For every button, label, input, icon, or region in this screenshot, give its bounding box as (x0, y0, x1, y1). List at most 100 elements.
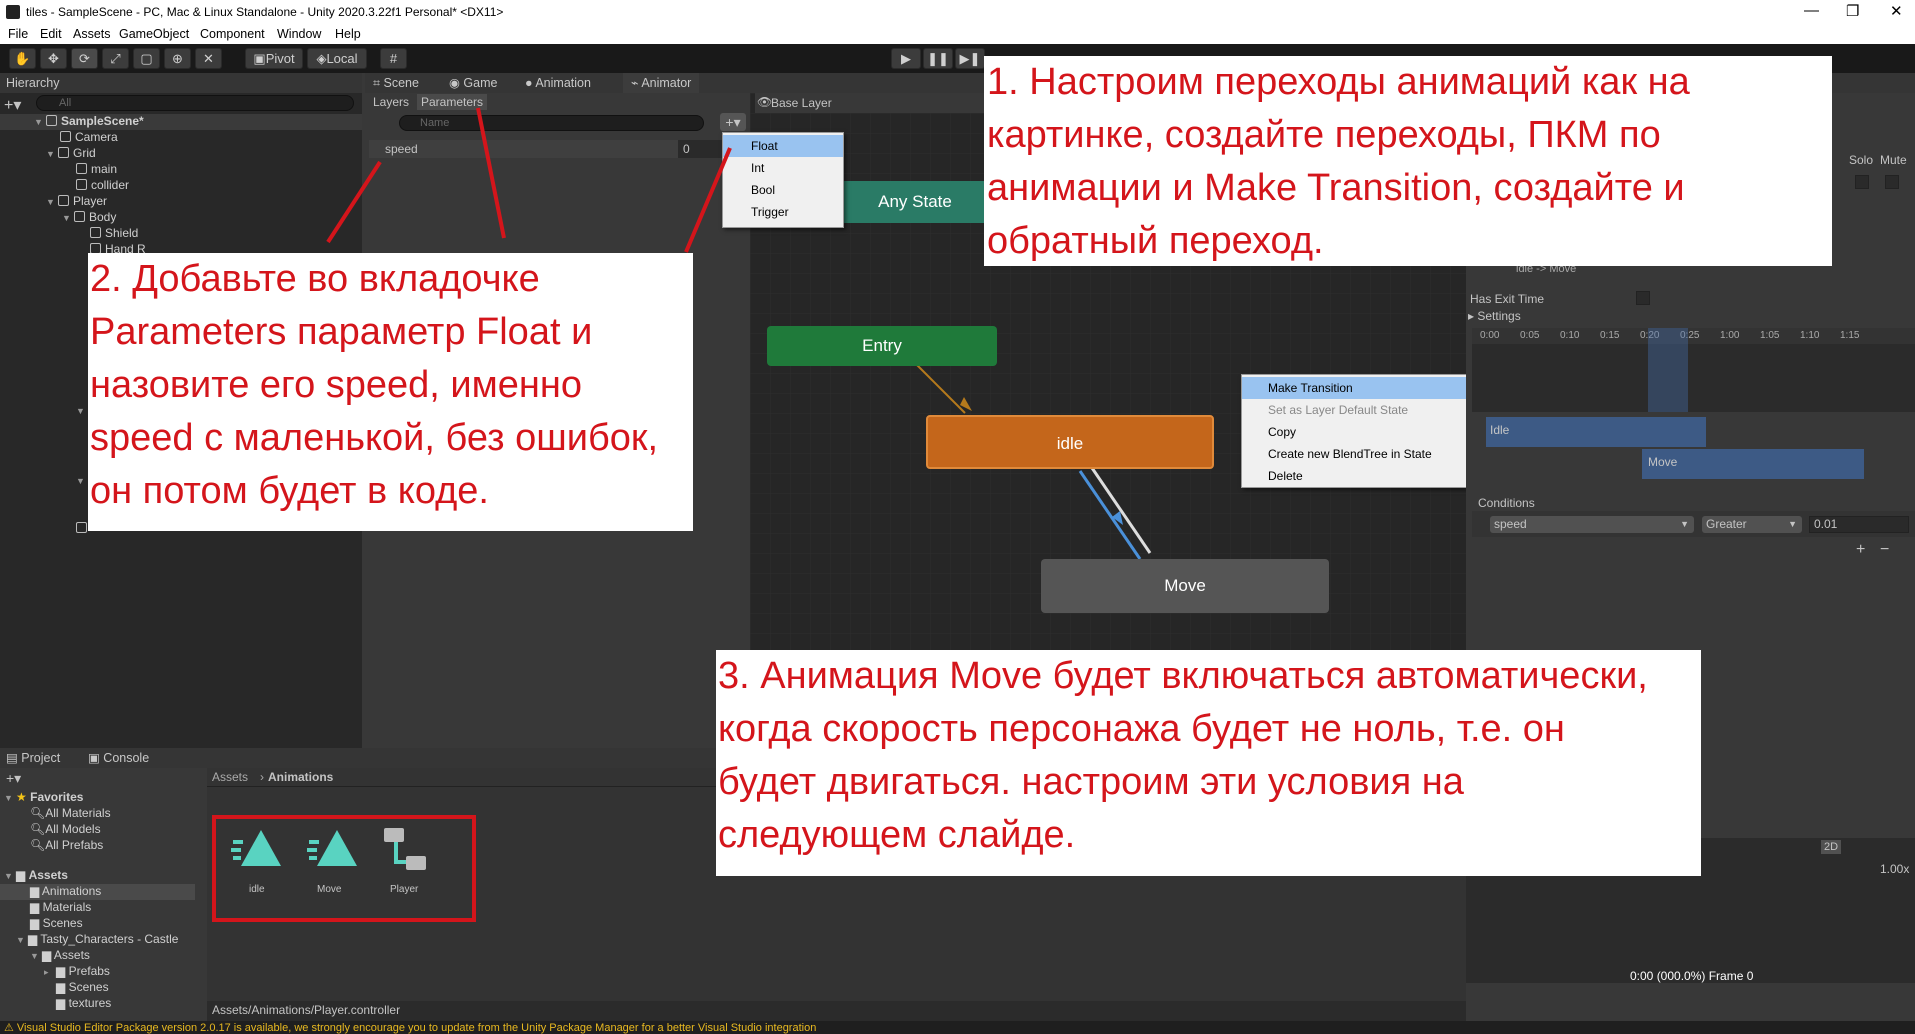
menu-file[interactable]: File (8, 27, 28, 41)
remove-condition-icon[interactable]: − (1880, 541, 1889, 559)
play-button[interactable]: ▶ (891, 48, 921, 69)
hierarchy-tab[interactable]: Hierarchy (6, 73, 60, 93)
add-icon[interactable]: +▾ (4, 95, 21, 115)
tree-scene[interactable]: ▼ SampleScene* (34, 114, 144, 128)
layers-tab[interactable]: Layers (373, 95, 409, 109)
folder-animations[interactable]: ▆ Animations (30, 884, 101, 898)
tab-game[interactable]: ◉ Game (449, 73, 497, 93)
rotate-tool-icon[interactable]: ⟳ (71, 48, 98, 69)
tab-project[interactable]: ▤ Project (6, 748, 60, 768)
folder-textures[interactable]: ▆ textures (56, 996, 111, 1010)
tree-collapsed-2[interactable]: ▼ (76, 473, 88, 487)
menu-window[interactable]: Window (277, 27, 321, 41)
menu-assets[interactable]: Assets (73, 27, 111, 41)
restore-icon[interactable]: ❐ (1846, 2, 1859, 20)
tree-assets[interactable]: ▼ ▆ Assets (4, 868, 68, 882)
animator-controller-icon[interactable] (382, 826, 434, 876)
custom-tool-icon[interactable]: ✕ (195, 48, 222, 69)
condition-operator-select[interactable]: Greater ▼ (1702, 516, 1802, 533)
local-button[interactable]: ◈Local (307, 48, 367, 69)
add-condition-icon[interactable]: + (1856, 541, 1865, 559)
menu-component[interactable]: Component (200, 27, 265, 41)
transform-tool-icon[interactable]: ⊕ (164, 48, 191, 69)
anim-move-icon[interactable] (307, 828, 359, 870)
fav-item[interactable]: 🔍︎All Models (30, 822, 101, 836)
menu-item-trigger[interactable]: Trigger (723, 201, 843, 223)
tab-animation[interactable]: ● Animation (525, 73, 591, 93)
anim-idle-icon[interactable] (231, 828, 283, 870)
settings-foldout[interactable]: ▸ Settings (1468, 309, 1521, 323)
menu-item-int[interactable]: Int (723, 157, 843, 179)
scale-tool-icon[interactable]: ⤢ (102, 48, 129, 69)
folder-scenes[interactable]: ▆ Scenes (30, 916, 83, 930)
tree-grid[interactable]: ▼ Grid (46, 146, 96, 160)
parameter-search-input[interactable]: Name (399, 115, 704, 131)
menu-gameobject[interactable]: GameObject (119, 27, 189, 41)
tree-camera[interactable]: Camera (60, 130, 118, 144)
tree-collider[interactable]: collider (76, 178, 129, 192)
state-entry[interactable]: Entry (767, 326, 997, 366)
folder-tasty[interactable]: ▼ ▆ Tasty_Characters - Castle (16, 932, 178, 946)
menu-item-bool[interactable]: Bool (723, 179, 843, 201)
folder-prefabs[interactable]: ▸ ▆ Prefabs (44, 964, 110, 978)
tree-body[interactable]: ▼ Body (62, 210, 116, 224)
state-idle[interactable]: idle (926, 415, 1214, 469)
has-exit-time-checkbox[interactable] (1636, 291, 1650, 305)
transition-timeline[interactable]: 0:00 0:05 0:10 0:15 0:20 0:25 1:00 1:05 … (1472, 328, 1915, 412)
pivot-button[interactable]: ▣Pivot (245, 48, 303, 69)
fav-item[interactable]: 🔍︎All Prefabs (30, 838, 103, 852)
menu-copy[interactable]: Copy (1242, 421, 1483, 443)
step-button[interactable]: ▶❚ (955, 48, 985, 69)
menu-create-blendtree[interactable]: Create new BlendTree in State (1242, 443, 1483, 465)
note-line: 2. Добавьте во вкладочке (90, 258, 540, 300)
tab-scene[interactable]: ⌗ Scene (373, 73, 419, 93)
fav-item[interactable]: 🔍︎All Materials (30, 806, 111, 820)
grid-snap-icon[interactable]: # (380, 48, 407, 69)
breadcrumb-assets[interactable]: Assets (212, 770, 248, 784)
minimize-icon[interactable]: — (1804, 2, 1819, 19)
menu-edit[interactable]: Edit (40, 27, 62, 41)
move-tool-icon[interactable]: ✥ (40, 48, 67, 69)
state-any-state[interactable]: Any State (840, 181, 990, 223)
folder-sub-assets[interactable]: ▼ ▆ Assets (30, 948, 90, 962)
condition-param-select[interactable]: speed ▼ (1490, 516, 1694, 533)
tree-main[interactable]: main (76, 162, 117, 176)
tab-console[interactable]: ▣ Console (88, 748, 149, 768)
mute-checkbox[interactable] (1885, 175, 1899, 189)
solo-label: Solo (1849, 153, 1874, 167)
clip-idle-bar[interactable] (1486, 417, 1706, 447)
condition-value-field[interactable]: 0.01 (1809, 516, 1909, 533)
parameter-name[interactable]: speed (385, 142, 418, 156)
state-move[interactable]: Move (1041, 559, 1329, 613)
transition-range[interactable] (1648, 328, 1688, 412)
menu-set-default-state[interactable]: Set as Layer Default State (1242, 399, 1483, 421)
rect-tool-icon[interactable]: ▢ (133, 48, 160, 69)
parameters-tab[interactable]: Parameters (417, 94, 488, 110)
menu-help[interactable]: Help (335, 27, 361, 41)
add-icon[interactable]: +▾ (6, 770, 21, 787)
add-parameter-button[interactable]: +▾ (720, 113, 746, 131)
tab-animator[interactable]: ⌁ Animator (623, 73, 700, 93)
hand-tool-icon[interactable]: ✋ (9, 48, 36, 69)
menu-delete[interactable]: Delete (1242, 465, 1483, 487)
menu-make-transition[interactable]: Make Transition (1242, 377, 1483, 399)
eye-icon[interactable]: 👁 (757, 95, 772, 109)
tree-shield[interactable]: Shield (90, 226, 138, 240)
preview-2d-toggle[interactable]: 2D (1821, 840, 1842, 854)
base-layer-breadcrumb[interactable]: Base Layer (771, 96, 832, 110)
status-message[interactable]: ⚠ Visual Studio Editor Package version 2… (4, 1021, 816, 1034)
folder-label: Assets (53, 948, 90, 962)
tree-favorites[interactable]: ▼ ★ Favorites (4, 790, 83, 804)
pause-button[interactable]: ❚❚ (923, 48, 953, 69)
solo-checkbox[interactable] (1855, 175, 1869, 189)
close-icon[interactable]: ✕ (1890, 2, 1903, 20)
folder-materials[interactable]: ▆ Materials (30, 900, 91, 914)
menu-item-float[interactable]: Float (723, 135, 843, 157)
tree-label: Player (73, 194, 108, 208)
folder-scenes-2[interactable]: ▆ Scenes (56, 980, 109, 994)
tab-label: Game (463, 76, 498, 90)
tree-collapsed-1[interactable]: ▼ (76, 403, 88, 417)
hierarchy-search-input[interactable]: All (36, 95, 354, 111)
breadcrumb-animations[interactable]: Animations (268, 770, 333, 784)
tree-player[interactable]: ▼ Player (46, 194, 107, 208)
